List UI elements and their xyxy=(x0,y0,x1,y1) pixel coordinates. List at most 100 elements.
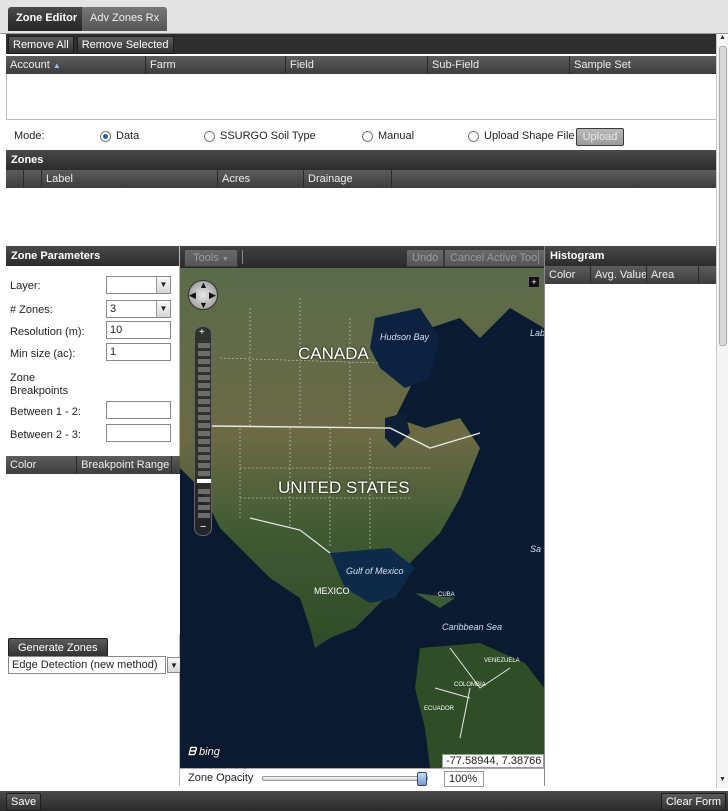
zoom-tick xyxy=(198,375,210,380)
zoom-handle[interactable] xyxy=(197,479,211,483)
chevron-down-icon[interactable]: ▼ xyxy=(167,657,181,673)
tools-menu-button[interactable]: Tools ▼ xyxy=(184,249,238,267)
map-label-ecuador: ECUADOR xyxy=(424,706,455,712)
zone-opacity-handle[interactable] xyxy=(417,772,427,786)
min-size-label: Min size (ac): xyxy=(10,348,76,360)
layer-select[interactable]: ▼ xyxy=(106,276,171,294)
column-header-label[interactable]: Label xyxy=(42,170,218,188)
map-view[interactable]: CANADA Hudson Bay Lab UNITED STATES Sa G… xyxy=(180,268,544,768)
column-header-filler xyxy=(699,266,716,284)
zoom-tick xyxy=(198,407,210,412)
map-label-mexico: MEXICO xyxy=(314,586,350,596)
column-header-acres[interactable]: Acres xyxy=(218,170,304,188)
zone-parameters-title: Zone Parameters xyxy=(6,246,179,266)
column-header-blank xyxy=(6,170,24,188)
tab-adv-zones-rx[interactable]: Adv Zones Rx xyxy=(82,7,168,31)
mode-label: Mode: xyxy=(14,130,45,142)
undo-button[interactable]: Undo xyxy=(406,249,445,267)
histogram-title: Histogram xyxy=(545,246,716,266)
column-header-breakpoint-range[interactable]: Breakpoint Range xyxy=(77,456,172,474)
column-header-checkbox[interactable] xyxy=(24,170,42,188)
map-toolbar: Tools ▼ Undo Cancel Active Tool xyxy=(180,246,546,268)
zoom-tick xyxy=(198,513,210,518)
map-label-united-states: UNITED STATES xyxy=(278,478,410,497)
between-2-3-input[interactable] xyxy=(106,424,171,442)
mode-option-manual[interactable]: Manual xyxy=(362,130,414,142)
column-header-area[interactable]: Area xyxy=(647,266,699,284)
between-1-2-input[interactable] xyxy=(106,401,171,419)
zoom-slider[interactable]: + − xyxy=(194,326,212,536)
between-2-3-label: Between 2 - 3: xyxy=(10,429,81,441)
zoom-in-icon[interactable]: + xyxy=(199,327,205,338)
min-size-input[interactable]: 1 xyxy=(106,343,171,361)
mode-option-data[interactable]: Data xyxy=(100,130,139,142)
pan-control[interactable]: ▲ ▼ ◀ ▶ xyxy=(188,280,218,310)
scroll-thumb[interactable] xyxy=(719,46,727,346)
column-header-color[interactable]: Color xyxy=(545,266,591,284)
breakpoint-grid-header: Color Breakpoint Range xyxy=(6,456,180,474)
num-zones-select[interactable]: 3 ▼ xyxy=(106,300,171,318)
tab-bar: Zone Editor Adv Zones Rx xyxy=(0,0,728,34)
zoom-tick xyxy=(198,439,210,444)
upload-button[interactable]: Upload xyxy=(576,128,624,146)
generate-zones-button[interactable]: Generate Zones xyxy=(8,638,108,658)
zones-grid-body xyxy=(6,188,716,244)
zone-opacity-value: 100% xyxy=(444,771,484,787)
footer-bar: Save Clear Form xyxy=(0,791,728,811)
pan-right-icon[interactable]: ▶ xyxy=(209,290,216,301)
map-label-venezuela: VENEZUELA xyxy=(484,658,520,664)
map-label-hudson-bay: Hudson Bay xyxy=(380,332,430,342)
zoom-out-icon[interactable]: − xyxy=(200,521,206,533)
column-header-color[interactable]: Color xyxy=(6,456,78,474)
pan-down-icon[interactable]: ▼ xyxy=(199,300,208,310)
scroll-up-icon[interactable]: ▲ xyxy=(719,34,726,41)
zoom-tick xyxy=(198,415,210,420)
vertical-scrollbar[interactable]: ▲ ▼ xyxy=(716,34,728,788)
column-header-sample-set[interactable]: Sample Set xyxy=(570,56,716,74)
clear-form-button[interactable]: Clear Form xyxy=(660,793,726,811)
column-header-avg-value[interactable]: Avg. Value xyxy=(591,266,647,284)
bing-logo-icon: ᗷ xyxy=(188,746,196,758)
expand-icon[interactable]: + xyxy=(528,276,540,288)
resolution-input[interactable]: 10 xyxy=(106,321,171,339)
scroll-down-icon[interactable]: ▼ xyxy=(719,776,726,783)
layer-label: Layer: xyxy=(10,280,41,292)
zones-grid-header: Label Acres Drainage xyxy=(6,170,716,188)
radio-selected-icon[interactable] xyxy=(100,130,111,142)
zone-opacity-slider[interactable] xyxy=(262,772,428,786)
pan-up-icon[interactable]: ▲ xyxy=(199,280,208,290)
column-header-account[interactable]: Account ▲ xyxy=(6,56,146,74)
radio-icon[interactable] xyxy=(204,130,215,142)
resolution-label: Resolution (m): xyxy=(10,326,85,338)
chevron-down-icon[interactable]: ▼ xyxy=(156,301,170,317)
remove-all-button[interactable]: Remove All xyxy=(8,36,74,54)
column-header-farm[interactable]: Farm xyxy=(146,56,286,74)
column-header-sub-field[interactable]: Sub-Field xyxy=(428,56,570,74)
radio-icon[interactable] xyxy=(362,130,373,142)
chevron-down-icon[interactable]: ▼ xyxy=(156,277,170,293)
column-header-filler xyxy=(172,456,180,474)
histogram-panel: Histogram Color Avg. Value Area xyxy=(544,246,716,786)
pan-left-icon[interactable]: ◀ xyxy=(189,290,196,301)
zoom-tick xyxy=(198,351,210,356)
remove-selected-button[interactable]: Remove Selected xyxy=(76,36,174,54)
cancel-active-tool-button[interactable]: Cancel Active Tool xyxy=(444,249,546,267)
mode-option-upload-shape-file[interactable]: Upload Shape File xyxy=(468,130,575,142)
account-grid-body xyxy=(6,74,716,120)
zoom-tick xyxy=(198,463,210,468)
column-header-field[interactable]: Field xyxy=(286,56,428,74)
column-header-drainage[interactable]: Drainage xyxy=(304,170,392,188)
account-grid-header: Account ▲ Farm Field Sub-Field Sample Se… xyxy=(6,56,716,74)
toolbar-separator xyxy=(242,250,243,264)
map-label-caribbean-sea: Caribbean Sea xyxy=(442,622,503,632)
zone-opacity-row: Zone Opacity 100% xyxy=(180,768,544,788)
radio-icon[interactable] xyxy=(468,130,479,142)
sort-asc-icon: ▲ xyxy=(52,61,61,70)
zoom-tick xyxy=(198,399,210,404)
tab-zone-editor[interactable]: Zone Editor xyxy=(8,7,86,31)
zoom-tick xyxy=(198,343,210,348)
save-button[interactable]: Save xyxy=(6,793,42,811)
zoom-tick xyxy=(198,383,210,388)
method-select[interactable]: Edge Detection (new method) ▼ xyxy=(8,656,181,674)
mode-option-ssurgo[interactable]: SSURGO Soil Type xyxy=(204,130,316,142)
